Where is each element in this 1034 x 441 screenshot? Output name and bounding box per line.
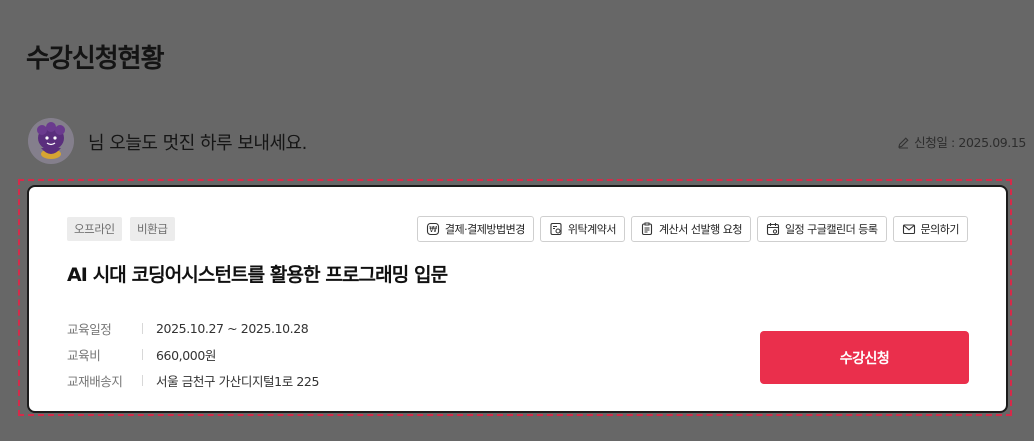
pencil-icon	[898, 137, 909, 149]
calendar-icon	[766, 223, 779, 236]
payment-change-label: 결제·결제방법변경	[444, 223, 525, 236]
greeting-row: 님 오늘도 멋진 하루 보내세요. 신청일 : 2025.09.15	[28, 118, 1028, 166]
character-avatar-icon	[28, 118, 74, 164]
address-label: 교재배송지	[67, 373, 123, 389]
info-row-fee: 교육비 660,000원	[67, 341, 319, 367]
inquiry-label: 문의하기	[920, 223, 960, 236]
tag-offline: 오프라인	[67, 217, 122, 241]
address-value: 서울 금천구 가산디지털1로 225	[156, 373, 320, 389]
fee-value: 660,000원	[156, 347, 216, 363]
invoice-request-button[interactable]: 계산서 선발행 요청	[630, 216, 751, 242]
course-card: 오프라인 비환급 ₩ 결제·결제방법변경 위탁계약서 계산서 선발행 요청 일정…	[27, 185, 1008, 413]
contract-icon	[550, 222, 562, 236]
tag-non-refundable: 비환급	[130, 217, 175, 241]
divider	[142, 374, 143, 386]
inquiry-button[interactable]: 문의하기	[892, 216, 968, 242]
mail-icon	[902, 224, 915, 235]
apply-date: 신청일 : 2025.09.15	[897, 132, 1026, 151]
svg-text:₩: ₩	[429, 225, 437, 234]
greeting-message: 님 오늘도 멋진 하루 보내세요.	[88, 133, 307, 154]
contract-label: 위탁계약서	[567, 223, 617, 236]
course-actions: ₩ 결제·결제방법변경 위탁계약서 계산서 선발행 요청 일정 구글캘린더 등록…	[416, 216, 968, 242]
divider	[142, 348, 143, 360]
invoice-request-label: 계산서 선발행 요청	[658, 223, 742, 236]
schedule-value: 2025.10.27 ~ 2025.10.28	[156, 320, 309, 336]
enroll-button[interactable]: 수강신청	[760, 331, 969, 384]
contract-button[interactable]: 위탁계약서	[539, 216, 625, 242]
page-title: 수강신청현황	[26, 44, 165, 74]
google-calendar-button[interactable]: 일정 구글캘린더 등록	[756, 216, 887, 242]
invoice-icon	[641, 222, 653, 236]
payment-icon: ₩	[426, 222, 439, 236]
course-title: AI 시대 코딩어시스턴트를 활용한 프로그래밍 입문	[67, 264, 448, 286]
payment-change-button[interactable]: ₩ 결제·결제방법변경	[416, 216, 534, 242]
course-info: 교육일정 2025.10.27 ~ 2025.10.28 교육비 660,000…	[67, 315, 319, 393]
apply-date-text: 신청일 : 2025.09.15	[914, 135, 1026, 150]
info-row-schedule: 교육일정 2025.10.27 ~ 2025.10.28	[67, 315, 319, 341]
divider	[142, 322, 143, 334]
schedule-label: 교육일정	[67, 321, 112, 337]
info-row-address: 교재배송지 서울 금천구 가산디지털1로 225	[67, 367, 319, 393]
fee-label: 교육비	[67, 347, 101, 363]
avatar	[28, 118, 74, 164]
google-calendar-label: 일정 구글캘린더 등록	[784, 223, 878, 236]
